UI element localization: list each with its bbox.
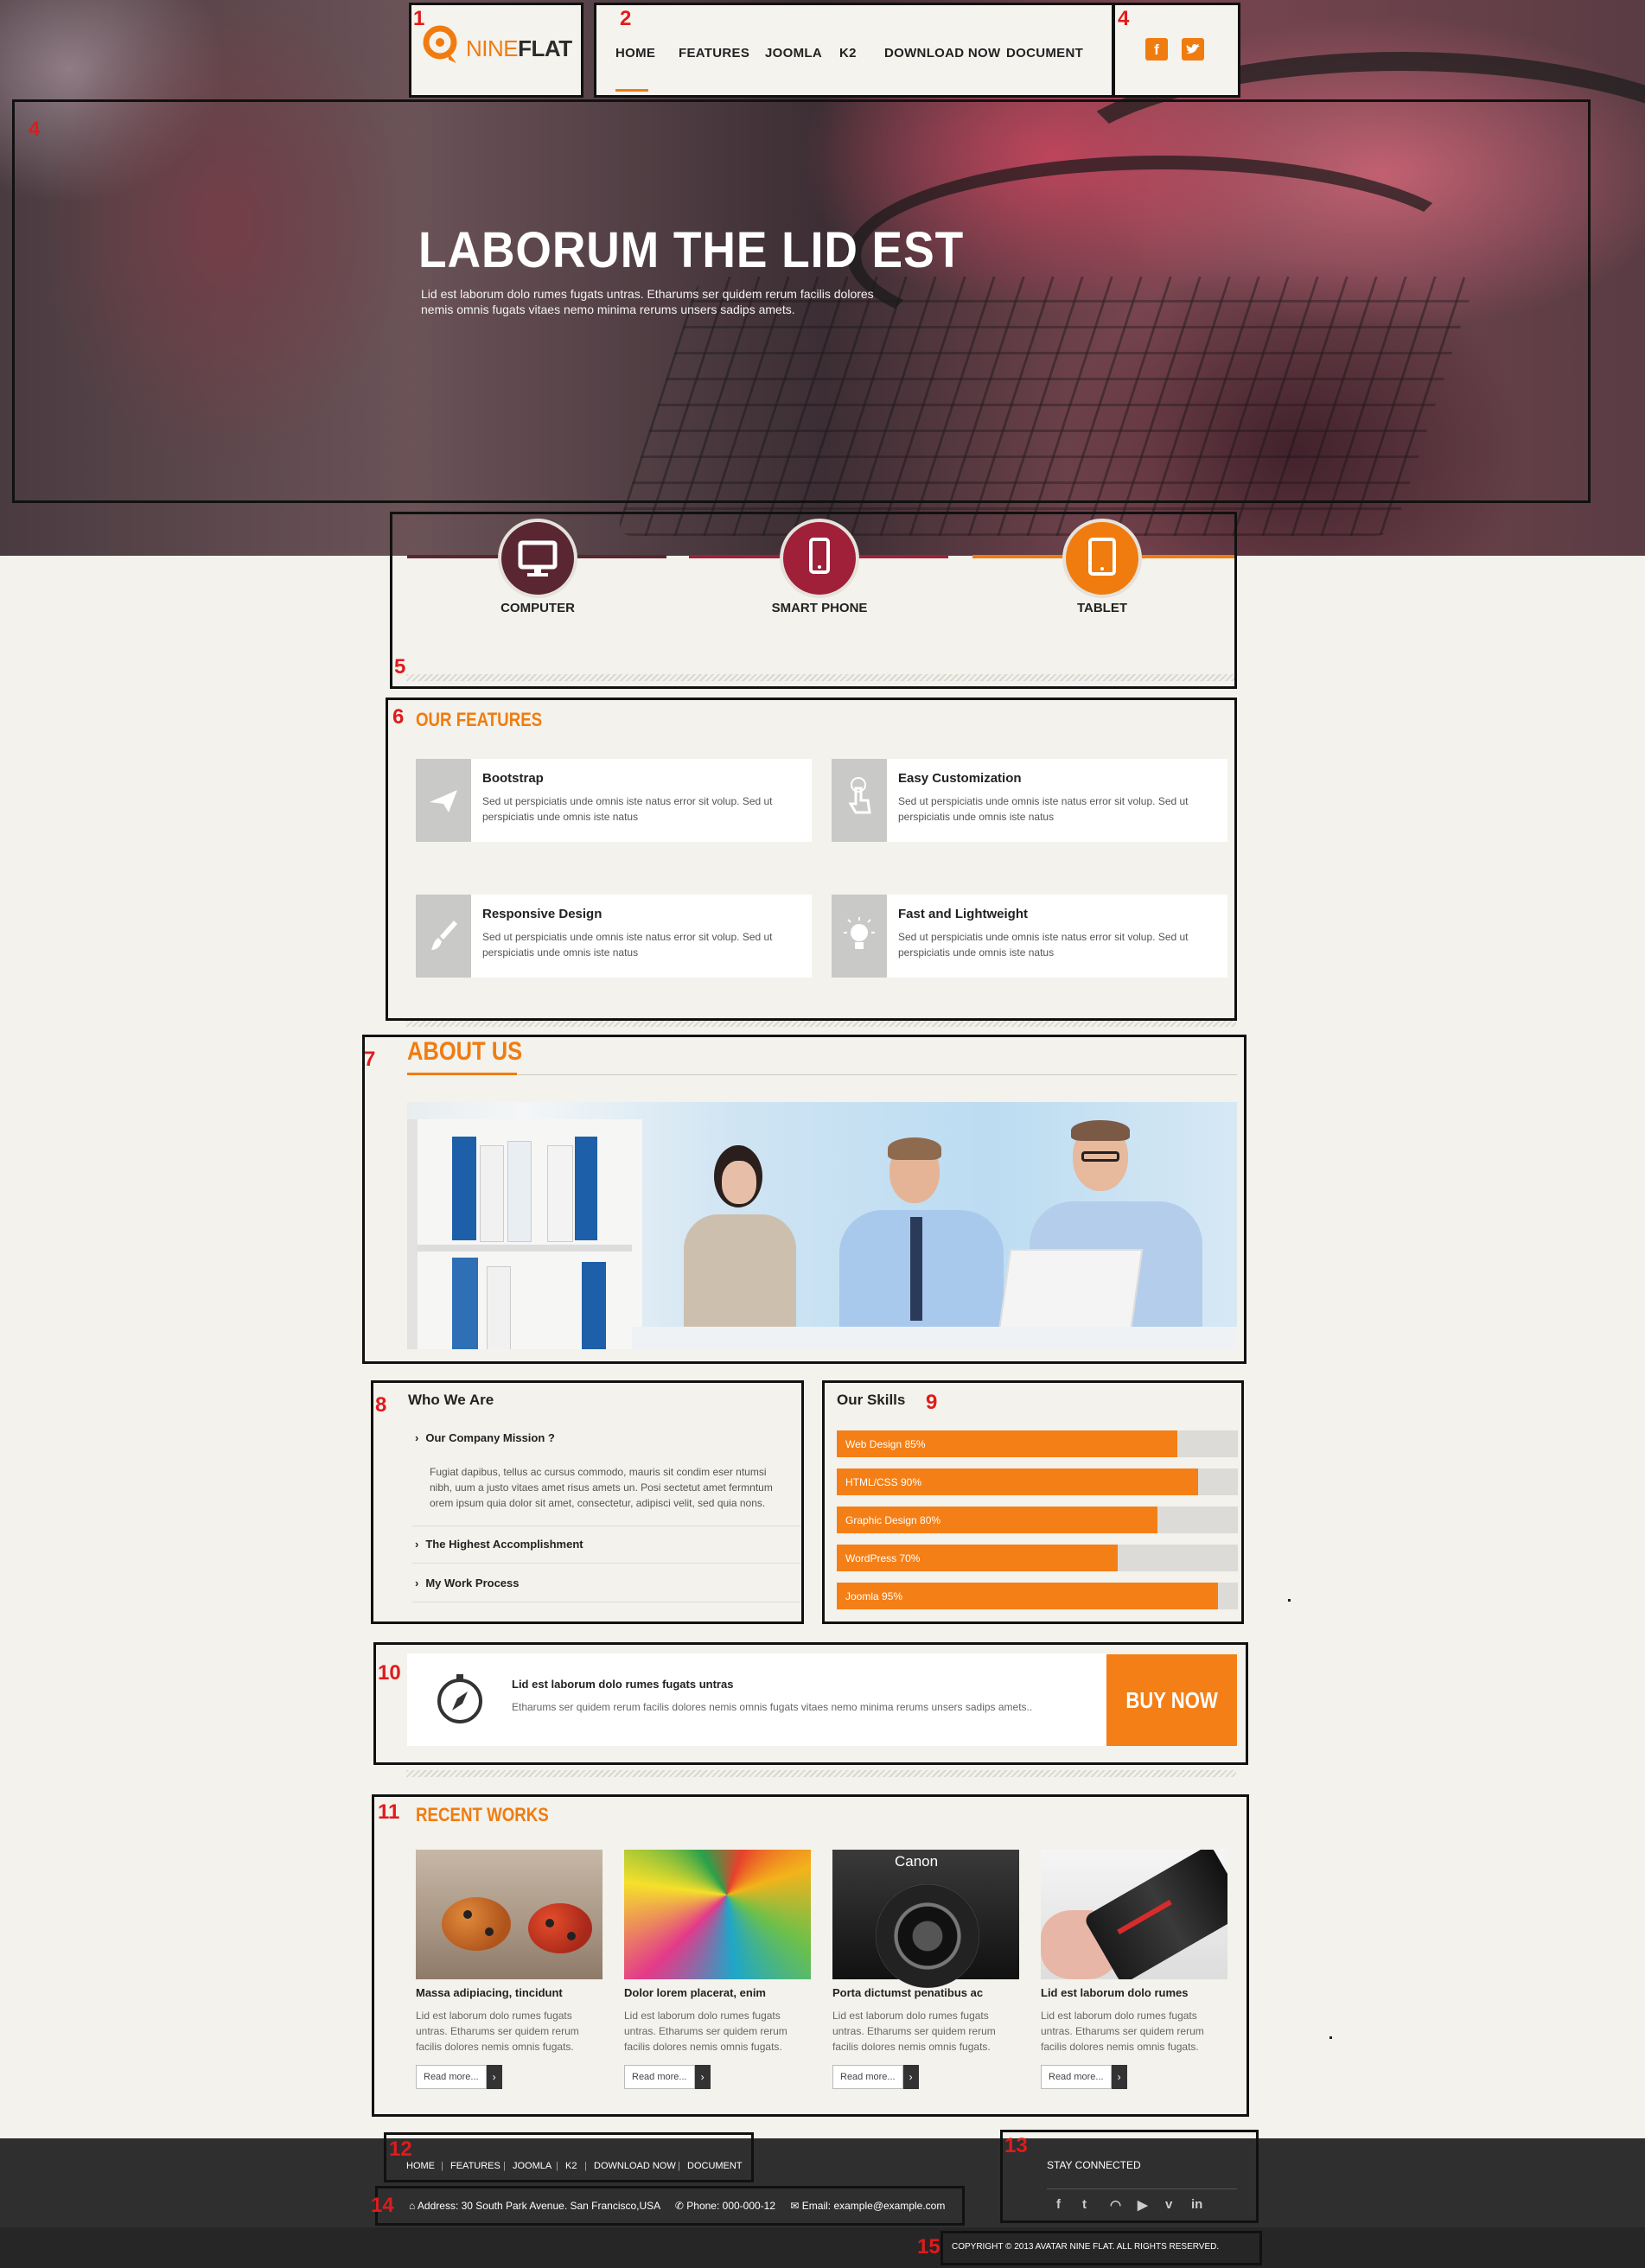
annotation-number: 10	[378, 1661, 401, 1685]
divider	[406, 1020, 1236, 1027]
annotation-number: 9	[926, 1391, 938, 1414]
annotation-box	[12, 99, 1591, 503]
annotation-number: 11	[378, 1800, 400, 1824]
annotation-box	[822, 1380, 1244, 1624]
annotation-number: 2	[620, 7, 632, 30]
annotation-box	[594, 3, 1114, 98]
annotation-number: 8	[375, 1393, 387, 1417]
annotation-box	[940, 2231, 1262, 2265]
annotation-number: 1	[413, 7, 425, 30]
copyright-bar	[0, 2227, 1645, 2268]
annotation-box	[362, 1035, 1247, 1364]
annotation-number: 4	[29, 118, 41, 141]
annotation-number: 13	[1004, 2134, 1028, 2157]
annotation-number: 14	[371, 2194, 394, 2217]
stray-dot	[1288, 1599, 1291, 1602]
annotation-number: 5	[394, 655, 406, 678]
annotation-number: 15	[917, 2235, 940, 2258]
annotation-box	[373, 1642, 1248, 1765]
annotation-box	[1113, 3, 1240, 98]
annotation-box	[371, 1380, 804, 1624]
annotation-number: 6	[392, 705, 405, 729]
stray-dot	[1329, 2036, 1332, 2039]
annotation-number: 4	[1118, 7, 1130, 30]
annotation-box	[386, 698, 1237, 1021]
annotation-box	[375, 2186, 965, 2226]
annotation-box	[384, 2132, 754, 2182]
annotation-box	[1000, 2130, 1259, 2223]
divider	[406, 1770, 1236, 1777]
annotation-number: 7	[364, 1048, 376, 1071]
annotation-number: 12	[389, 2137, 412, 2161]
annotation-box	[390, 512, 1237, 689]
annotation-box	[372, 1794, 1249, 2117]
annotation-box	[409, 3, 583, 98]
